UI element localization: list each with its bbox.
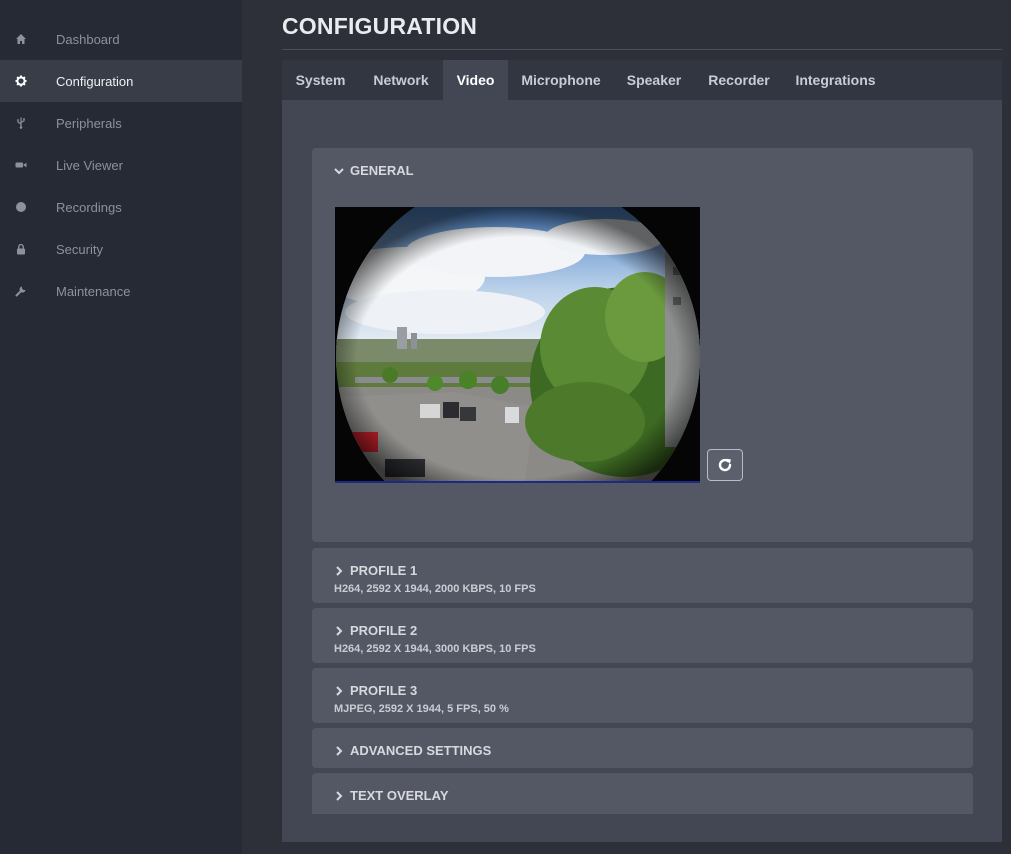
text-overlay-header[interactable]: TEXT OVERLAY [334,788,448,803]
section-label: ADVANCED SETTINGS [350,743,492,758]
tab-recorder[interactable]: Recorder [694,60,784,100]
sidebar-item-label: Peripherals [56,115,122,131]
sidebar-item-label: Dashboard [56,31,120,47]
sidebar-item-maintenance[interactable]: Maintenance [0,270,242,312]
chevron-right-icon [336,565,343,576]
advanced-settings-panel[interactable]: ADVANCED SETTINGS [312,728,973,768]
profile-1-panel[interactable]: PROFILE 1 H264, 2592 X 1944, 2000 KBPS, … [312,548,973,603]
section-label: PROFILE 2 [350,623,418,638]
lock-icon [14,242,28,256]
sidebar-item-live-viewer[interactable]: Live Viewer [0,144,242,186]
sidebar: Dashboard Configuration Peripherals Live [0,0,242,854]
sidebar-item-label: Security [56,241,103,257]
chevron-right-icon [336,685,343,696]
general-header[interactable]: GENERAL [334,163,414,178]
chevron-right-icon [336,790,343,801]
tab-integrations[interactable]: Integrations [784,60,887,100]
profile-2-header[interactable]: PROFILE 2 [334,623,417,638]
chevron-right-icon [336,745,343,756]
sidebar-item-security[interactable]: Security [0,228,242,270]
chevron-down-icon [334,167,344,174]
sidebar-item-label: Maintenance [56,283,131,299]
record-icon [14,200,28,214]
profile-1-summary: H264, 2592 X 1944, 2000 KBPS, 10 FPS [334,583,536,595]
section-label: PROFILE 3 [350,683,418,698]
section-label: TEXT OVERLAY [350,788,449,803]
profile-3-panel[interactable]: PROFILE 3 MJPEG, 2592 X 1944, 5 FPS, 50 … [312,668,973,723]
refresh-icon [718,458,732,472]
tab-microphone[interactable]: Microphone [508,60,614,100]
profile-2-panel[interactable]: PROFILE 2 H264, 2592 X 1944, 3000 KBPS, … [312,608,973,663]
sidebar-item-peripherals[interactable]: Peripherals [0,102,242,144]
advanced-settings-header[interactable]: ADVANCED SETTINGS [334,743,491,758]
page-title: CONFIGURATION [282,13,478,39]
refresh-button[interactable] [707,449,743,481]
sidebar-item-recordings[interactable]: Recordings [0,186,242,228]
video-preview [335,207,700,483]
tab-network[interactable]: Network [359,60,443,100]
title-divider [282,49,1002,50]
tab-bar: System Network Video Microphone Speaker … [282,60,1002,100]
video-camera-icon [14,158,28,172]
profile-3-header[interactable]: PROFILE 3 [334,683,417,698]
profile-2-summary: H264, 2592 X 1944, 3000 KBPS, 10 FPS [334,643,536,655]
profile-1-header[interactable]: PROFILE 1 [334,563,417,578]
sidebar-item-configuration[interactable]: Configuration [0,60,242,102]
gear-icon [14,74,28,88]
home-icon [14,32,28,46]
sidebar-item-label: Recordings [56,199,122,215]
profile-3-summary: MJPEG, 2592 X 1944, 5 FPS, 50 % [334,703,509,715]
section-label: PROFILE 1 [350,563,418,578]
text-overlay-panel[interactable]: TEXT OVERLAY [312,773,973,814]
sidebar-item-dashboard[interactable]: Dashboard [0,18,242,60]
usb-icon [14,116,28,130]
sidebar-item-label: Live Viewer [56,157,123,173]
tab-system[interactable]: System [282,60,359,100]
general-label: GENERAL [350,163,414,178]
tab-speaker[interactable]: Speaker [614,60,694,100]
sidebar-item-label: Configuration [56,73,134,89]
wrench-icon [14,284,28,298]
chevron-right-icon [336,625,343,636]
tab-video[interactable]: Video [443,60,508,100]
